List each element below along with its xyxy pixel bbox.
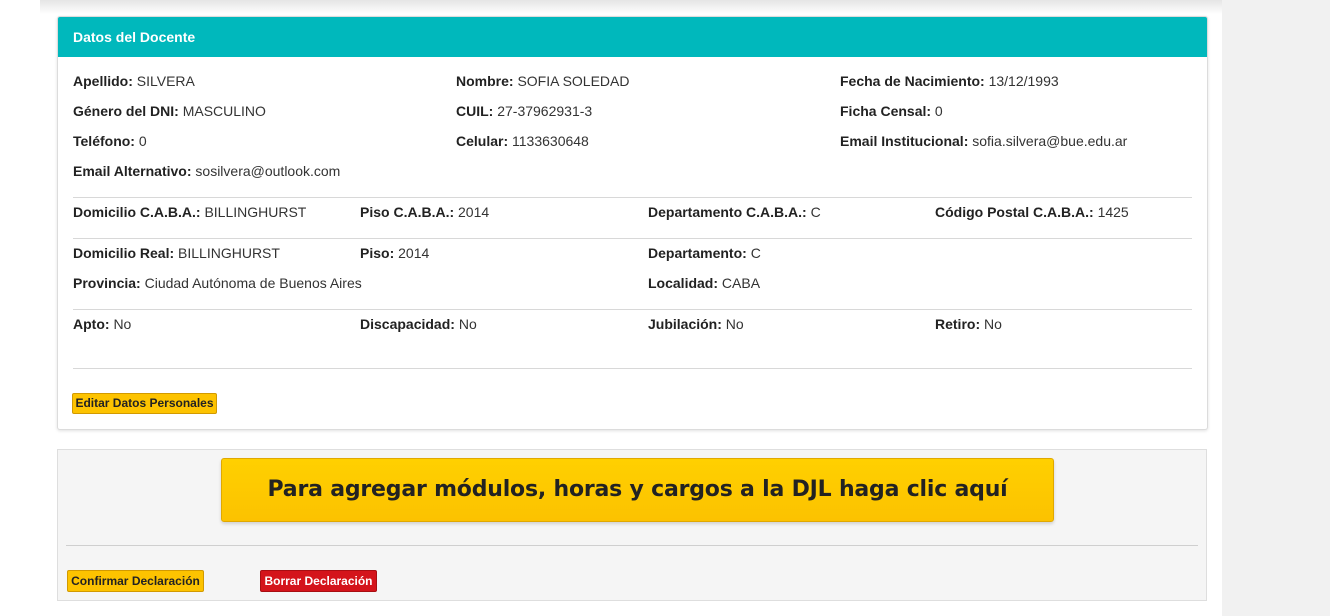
- declaration-actions: Para agregar módulos, horas y cargos a l…: [57, 449, 1207, 601]
- teacher-data-panel: Datos del Docente Apellido: SILVERA Nomb…: [57, 16, 1208, 430]
- field-telefono: Teléfono: 0: [73, 133, 147, 149]
- field-domicilio-caba: Domicilio C.A.B.A.: BILLINGHURST: [73, 204, 307, 220]
- divider: [73, 368, 1192, 369]
- field-domicilio-real: Domicilio Real: BILLINGHURST: [73, 245, 280, 261]
- field-apellido: Apellido: SILVERA: [73, 73, 195, 89]
- divider: [73, 197, 1192, 198]
- divider: [66, 545, 1198, 546]
- field-departamento: Departamento: C: [648, 245, 761, 261]
- divider: [73, 238, 1192, 239]
- field-discapacidad: Discapacidad: No: [360, 316, 477, 332]
- field-localidad: Localidad: CABA: [648, 275, 761, 291]
- right-gutter: [1222, 0, 1330, 616]
- field-fecha-nacimiento: Fecha de Nacimiento: 13/12/1993: [840, 73, 1059, 89]
- panel-title: Datos del Docente: [58, 17, 1207, 57]
- field-codigo-postal-caba: Código Postal C.A.B.A.: 1425: [935, 204, 1129, 220]
- divider: [73, 309, 1192, 310]
- delete-declaration-button[interactable]: Borrar Declaración: [260, 570, 377, 592]
- edit-personal-data-button[interactable]: Editar Datos Personales: [72, 393, 217, 414]
- field-apto: Apto: No: [73, 316, 132, 332]
- field-genero: Género del DNI: MASCULINO: [73, 103, 266, 119]
- field-piso-caba: Piso C.A.B.A.: 2014: [360, 204, 490, 220]
- field-celular: Celular: 1133630648: [456, 133, 589, 149]
- header-shadow: [40, 0, 1222, 14]
- field-cuil: CUIL: 27-37962931-3: [456, 103, 593, 119]
- field-email-alternativo: Email Alternativo: sosilvera@outlook.com: [73, 163, 341, 179]
- field-ficha-censal: Ficha Censal: 0: [840, 103, 943, 119]
- add-modules-cta-button[interactable]: Para agregar módulos, horas y cargos a l…: [221, 458, 1054, 522]
- field-retiro: Retiro: No: [935, 316, 1002, 332]
- field-piso: Piso: 2014: [360, 245, 430, 261]
- field-nombre: Nombre: SOFIA SOLEDAD: [456, 73, 630, 89]
- field-provincia: Provincia: Ciudad Autónoma de Buenos Air…: [73, 275, 362, 291]
- field-departamento-caba: Departamento C.A.B.A.: C: [648, 204, 821, 220]
- field-email-institucional: Email Institucional: sofia.silvera@bue.e…: [840, 133, 1128, 149]
- confirm-declaration-button[interactable]: Confirmar Declaración: [67, 570, 204, 592]
- field-jubilacion: Jubilación: No: [648, 316, 744, 332]
